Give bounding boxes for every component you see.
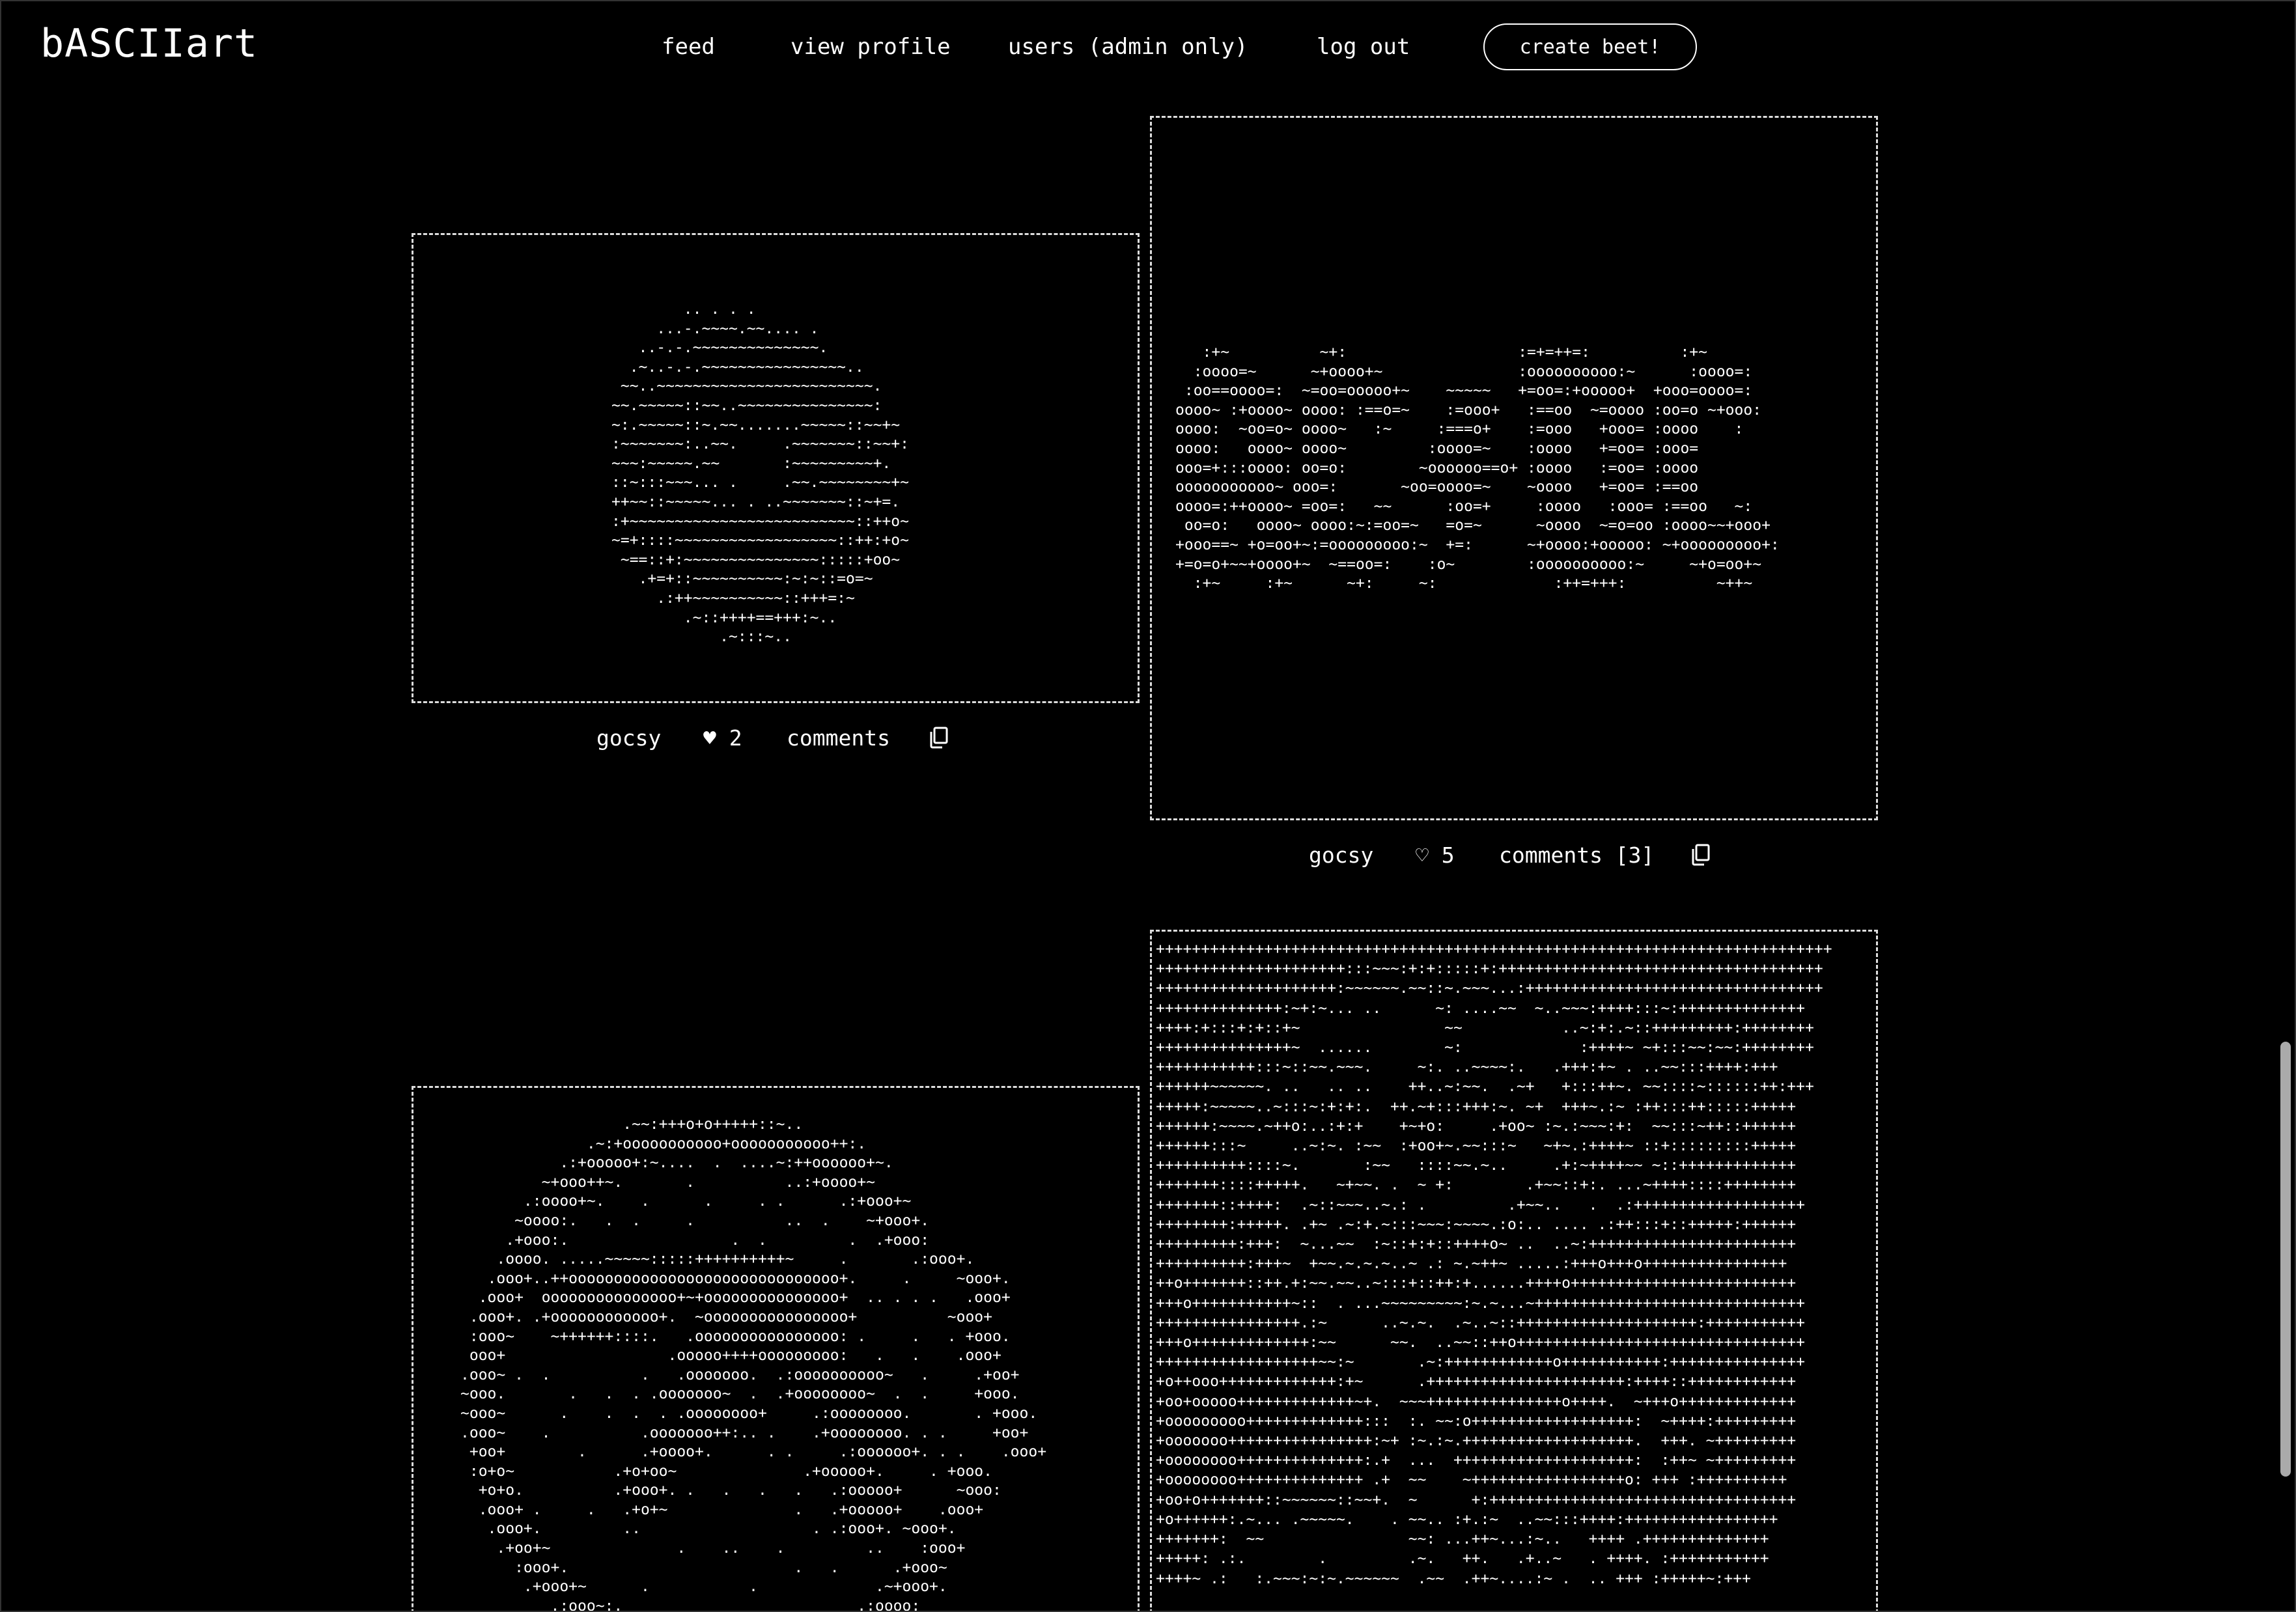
copy-icon[interactable]: [929, 727, 948, 749]
ascii-art: :+~ ~+: :=+=++=: :+~ :oooo=~ ~+oooo+~ :o…: [1175, 344, 1780, 592]
nav-users-admin[interactable]: users (admin only): [1008, 34, 1248, 60]
app-window: bASCIIart feed view profile users (admin…: [0, 0, 2296, 1612]
ascii-art: .. . . . ...-.~~~~.~~.... . ..-.-.~~~~~~…: [611, 301, 909, 646]
app-logo[interactable]: bASCIIart: [40, 21, 258, 66]
post-art-frame[interactable]: .. . . . ...-.~~~~.~~.... . ..-.-.~~~~~~…: [412, 233, 1140, 703]
like-button[interactable]: ♥ 2: [703, 725, 742, 751]
like-button[interactable]: ♡ 5: [1416, 842, 1455, 868]
post-author[interactable]: gocsy: [1309, 842, 1373, 868]
post-art-frame[interactable]: ++++++++++++++++++++++++++++++++++++++++…: [1150, 930, 1878, 1611]
copy-icon[interactable]: [1690, 844, 1710, 866]
scrollbar-thumb[interactable]: [2280, 1042, 2291, 1477]
nav-feed[interactable]: feed: [662, 34, 715, 60]
ascii-art: ++++++++++++++++++++++++++++++++++++++++…: [1156, 941, 1832, 1587]
create-beet-button[interactable]: create beet!: [1483, 23, 1697, 70]
nav-log-out[interactable]: log out: [1317, 34, 1410, 60]
post-art-frame[interactable]: :+~ ~+: :=+=++=: :+~ :oooo=~ ~+oooo+~ :o…: [1150, 116, 1878, 820]
ascii-art: .~~:+++o+o+++++::~.. .~:+ooooooooooo+ooo…: [460, 1116, 1047, 1612]
nav-view-profile[interactable]: view profile: [791, 34, 951, 60]
comments-link[interactable]: comments [3]: [1499, 842, 1654, 868]
post-art-frame[interactable]: .~~:+++o+o+++++::~.. .~:+ooooooooooo+ooo…: [412, 1086, 1140, 1612]
comments-link[interactable]: comments: [787, 725, 890, 751]
post-author[interactable]: gocsy: [596, 725, 661, 751]
